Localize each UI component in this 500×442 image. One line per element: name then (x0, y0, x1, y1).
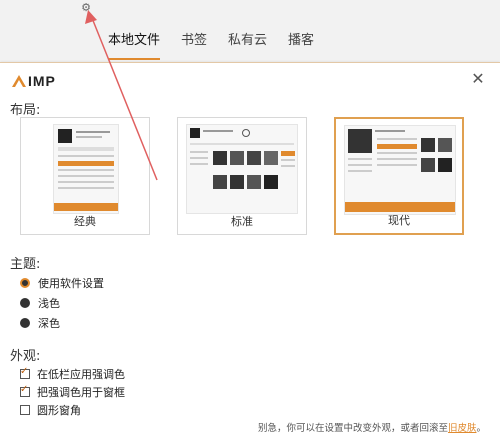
option-rounded-corners[interactable]: 圆形窗角 (20, 402, 81, 418)
close-icon[interactable]: ✕ (470, 71, 486, 87)
layout-option-modern[interactable]: 现代 (334, 117, 464, 235)
tab-bar: 本地文件 书签 私有云 播客 (108, 29, 335, 60)
layout-section-title: 布局: (10, 103, 41, 118)
theme-label-dark: 深色 (38, 317, 60, 330)
layout-label-modern: 现代 (388, 214, 410, 227)
footer-end: 。 (476, 423, 486, 434)
option-label-rounded-corners: 圆形窗角 (37, 404, 81, 417)
layout-option-standard[interactable]: 标准 (177, 117, 307, 235)
theme-label-light: 浅色 (38, 297, 60, 310)
radio-icon[interactable] (20, 318, 30, 328)
theme-option-light[interactable]: 浅色 (20, 295, 60, 311)
theme-option-dark[interactable]: 深色 (20, 315, 60, 331)
gear-icon[interactable]: ⚙ (80, 2, 92, 14)
appearance-section-title: 外观: (10, 349, 41, 364)
tab-local-files[interactable]: 本地文件 (108, 29, 161, 60)
option-accent-bottom-bar[interactable]: 在低栏应用强调色 (20, 366, 125, 382)
checkbox-checked-icon[interactable] (20, 366, 30, 379)
option-label-accent-window-frame: 把强调色用于窗框 (37, 386, 125, 399)
main-window-header: ⚙ 本地文件 书签 私有云 播客 (0, 0, 500, 62)
footer-text: 别急，你可以在设置中改变外观，或者回滚至 (257, 423, 448, 434)
radio-icon[interactable] (20, 298, 30, 308)
option-label-accent-bottom-bar: 在低栏应用强调色 (37, 368, 125, 381)
layout-label-classic: 经典 (74, 215, 96, 228)
checkbox-icon[interactable] (20, 405, 30, 415)
footer-note: 别急，你可以在设置中改变外观，或者回滚至旧皮肤。 (258, 420, 486, 434)
standard-preview-image (186, 124, 298, 214)
tab-bookmarks[interactable]: 书签 (181, 29, 207, 56)
classic-preview-image (53, 124, 119, 214)
logo-a-icon (12, 75, 26, 87)
radio-selected-icon[interactable] (20, 278, 30, 288)
aimp-logo: IMP (12, 73, 56, 89)
appearance-dialog: IMP ✕ 布局: 经典 标准 现代 主题: 使用软件设置 浅色 深色 外观: … (0, 62, 500, 442)
layout-option-classic[interactable]: 经典 (20, 117, 150, 235)
logo-text: IMP (28, 73, 56, 89)
old-skin-link[interactable]: 旧皮肤 (448, 423, 477, 434)
modern-preview-image (344, 125, 456, 215)
theme-label-system: 使用软件设置 (38, 277, 104, 290)
theme-option-system[interactable]: 使用软件设置 (20, 275, 104, 291)
checkbox-checked-icon[interactable] (20, 384, 30, 397)
tab-podcasts[interactable]: 播客 (288, 29, 314, 56)
layout-label-standard: 标准 (231, 215, 253, 228)
option-accent-window-frame[interactable]: 把强调色用于窗框 (20, 384, 125, 400)
theme-section-title: 主题: (10, 257, 41, 272)
tab-private-cloud[interactable]: 私有云 (228, 29, 267, 56)
